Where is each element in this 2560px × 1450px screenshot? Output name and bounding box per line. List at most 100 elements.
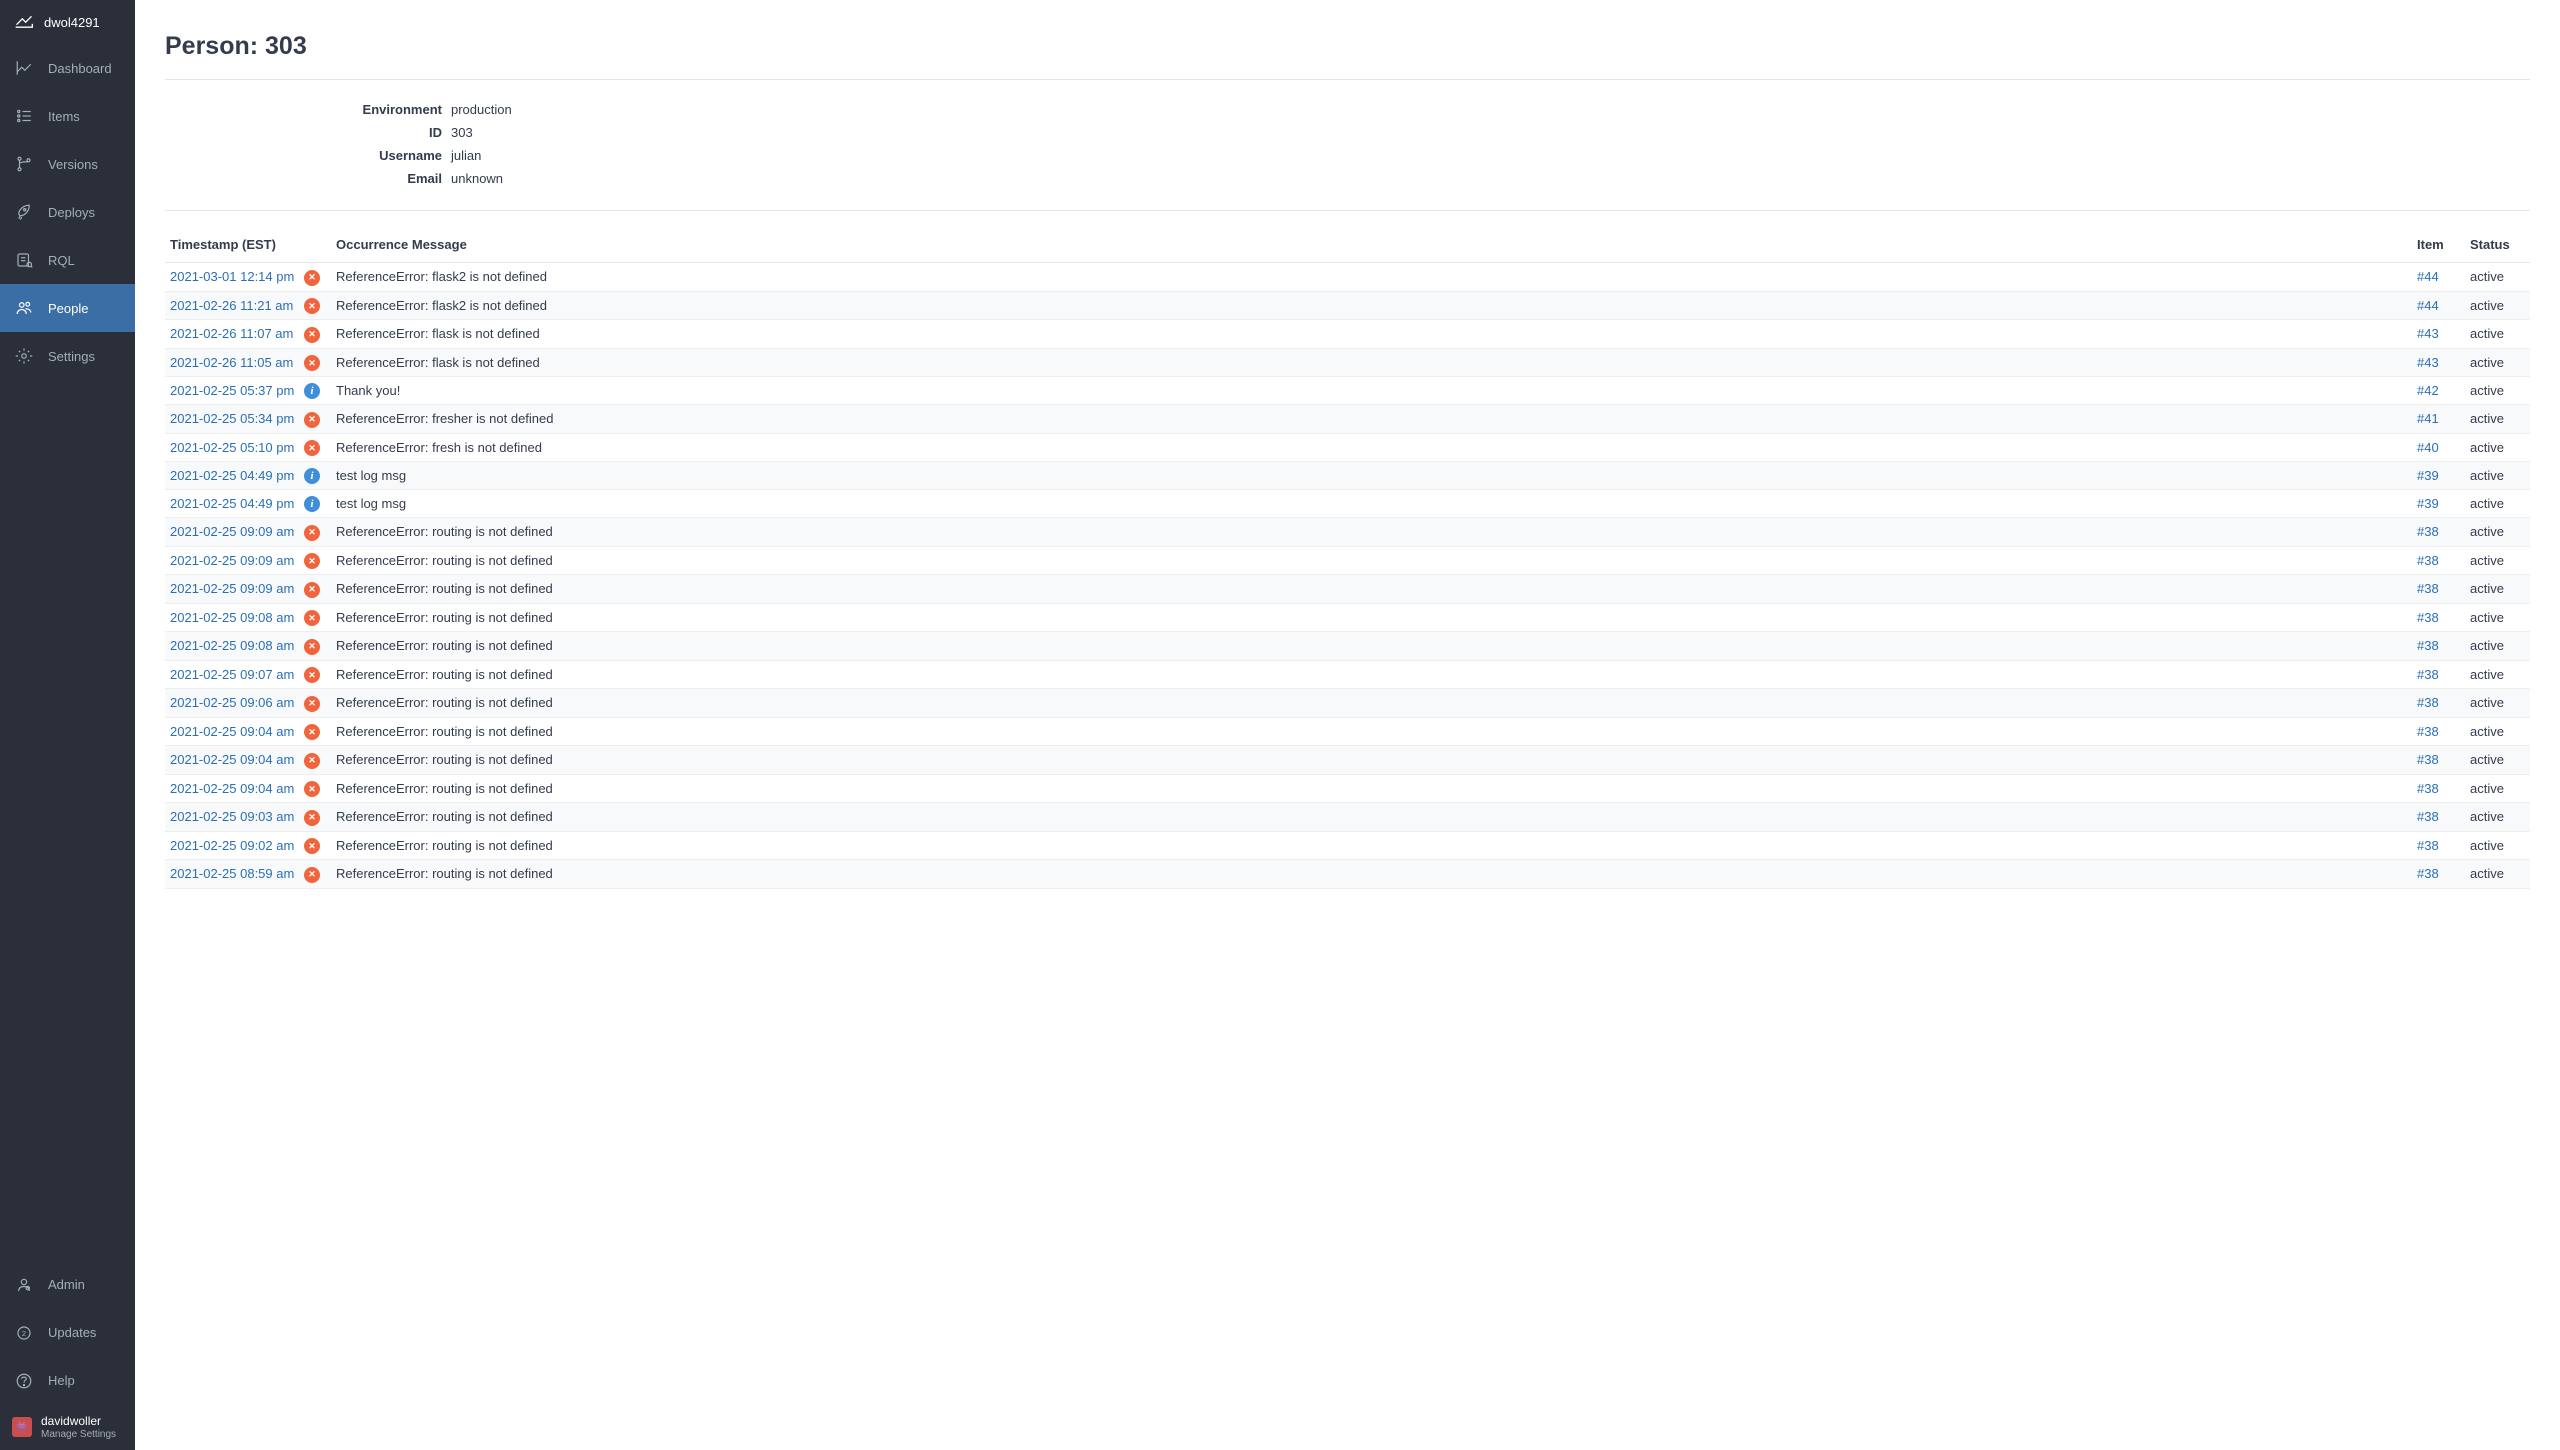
table-row: 2021-02-25 09:09 am ReferenceError: routi… [165,518,2530,547]
sidebar-item-dashboard[interactable]: Dashboard [0,44,135,92]
detail-label: Environment [165,102,451,117]
item-link[interactable]: #38 [2417,809,2439,824]
table-row: 2021-02-25 09:07 amReferenceError: routi… [165,660,2530,689]
timestamp-link[interactable]: 2021-02-25 09:09 am [170,553,294,568]
sidebar-item-people[interactable]: People [0,284,135,332]
status-cell: active [2465,433,2530,462]
table-row: 2021-02-26 11:05 am ReferenceError: flask… [165,348,2530,377]
item-link[interactable]: #43 [2417,355,2439,370]
occurrence-message: ReferenceError: flask is not defined [336,355,540,370]
item-link[interactable]: #38 [2417,638,2439,653]
item-link[interactable]: #38 [2417,695,2439,710]
detail-label: Email [165,171,451,186]
timestamp-link[interactable]: 2021-02-25 09:04 am [170,781,294,796]
sidebar-item-help[interactable]: Help [0,1357,135,1405]
item-link[interactable]: #38 [2417,724,2439,739]
timestamp-link[interactable]: 2021-02-25 09:04 am [170,724,294,739]
brand[interactable]: dwol4291 [0,0,135,44]
status-cell: active [2465,291,2530,320]
item-link[interactable]: #43 [2417,326,2439,341]
sidebar-item-label: Admin [48,1277,85,1292]
item-link[interactable]: #41 [2417,411,2439,426]
timestamp-link[interactable]: 2021-02-26 11:21 am [170,298,293,313]
item-link[interactable]: #38 [2417,581,2439,596]
table-row: 2021-02-25 09:09 amReferenceError: routi… [165,575,2530,604]
error-icon [304,525,320,541]
timestamp-link[interactable]: 2021-02-26 11:05 am [170,355,293,370]
timestamp-link[interactable]: 2021-02-25 09:04 am [170,752,294,767]
item-link[interactable]: #38 [2417,610,2439,625]
item-link[interactable]: #44 [2417,298,2439,313]
sidebar-item-deploys[interactable]: Deploys [0,188,135,236]
item-link[interactable]: #38 [2417,866,2439,881]
item-link[interactable]: #38 [2417,524,2439,539]
timestamp-link[interactable]: 2021-03-01 12:14 pm [170,269,294,284]
sidebar-item-label: Updates [48,1325,96,1340]
sidebar-item-label: Items [48,109,80,124]
user-name: davidwoller [41,1415,116,1429]
timestamp-link[interactable]: 2021-02-25 09:08 am [170,610,294,625]
status-cell: active [2465,348,2530,377]
detail-row: Usernamejulian [165,144,2530,167]
item-link[interactable]: #38 [2417,752,2439,767]
occurrence-message: ReferenceError: routing is not defined [336,638,553,653]
main-content: Person: 303 EnvironmentproductionID303Us… [135,0,2560,1450]
detail-row: Emailunknown [165,167,2530,190]
detail-row: ID303 [165,121,2530,144]
timestamp-link[interactable]: 2021-02-25 09:07 am [170,667,294,682]
sidebar-item-updates[interactable]: 2Updates [0,1309,135,1357]
divider [165,79,2530,80]
brand-icon [14,13,34,31]
timestamp-link[interactable]: 2021-02-25 04:49 pm [170,496,294,511]
table-row: 2021-02-25 09:08 am ReferenceError: routi… [165,632,2530,661]
status-cell: active [2465,632,2530,661]
table-row: 2021-02-26 11:07 amReferenceError: flask… [165,320,2530,349]
item-link[interactable]: #38 [2417,553,2439,568]
timestamp-link[interactable]: 2021-02-25 09:03 am [170,809,294,824]
item-link[interactable]: #38 [2417,838,2439,853]
timestamp-link[interactable]: 2021-02-25 09:09 am [170,581,294,596]
error-icon [304,412,320,428]
item-link[interactable]: #39 [2417,468,2439,483]
item-link[interactable]: #40 [2417,440,2439,455]
status-cell: active [2465,490,2530,518]
timestamp-link[interactable]: 2021-02-25 09:09 am [170,524,294,539]
detail-value: julian [451,148,481,163]
sidebar-item-items[interactable]: Items [0,92,135,140]
timestamp-link[interactable]: 2021-02-25 04:49 pm [170,468,294,483]
error-icon [304,610,320,626]
item-link[interactable]: #38 [2417,781,2439,796]
table-row: 2021-02-25 09:04 amReferenceError: routi… [165,746,2530,775]
error-icon [304,753,320,769]
rocket-icon [14,203,34,221]
timestamp-link[interactable]: 2021-02-26 11:07 am [170,326,293,341]
error-icon [304,639,320,655]
sidebar-item-admin[interactable]: Admin [0,1261,135,1309]
timestamp-link[interactable]: 2021-02-25 09:06 am [170,695,294,710]
timestamp-link[interactable]: 2021-02-25 05:34 pm [170,411,294,426]
status-cell: active [2465,660,2530,689]
user-footer[interactable]: 👾 davidwoller Manage Settings [0,1405,135,1450]
timestamp-link[interactable]: 2021-02-25 05:10 pm [170,440,294,455]
sidebar-item-rql[interactable]: RQL [0,236,135,284]
timestamp-link[interactable]: 2021-02-25 09:08 am [170,638,294,653]
item-link[interactable]: #39 [2417,496,2439,511]
item-link[interactable]: #44 [2417,269,2439,284]
item-link[interactable]: #42 [2417,383,2439,398]
sidebar-item-settings[interactable]: Settings [0,332,135,380]
occurrence-message: ReferenceError: routing is not defined [336,553,553,568]
sidebar-item-versions[interactable]: Versions [0,140,135,188]
error-icon [304,781,320,797]
timestamp-link[interactable]: 2021-02-25 08:59 am [170,866,294,881]
col-header-timestamp: Timestamp (EST) [165,229,304,263]
occurrence-message: ReferenceError: routing is not defined [336,809,553,824]
timestamp-link[interactable]: 2021-02-25 09:02 am [170,838,294,853]
detail-label: Username [165,148,451,163]
item-link[interactable]: #38 [2417,667,2439,682]
manage-settings-link[interactable]: Manage Settings [41,1429,116,1441]
status-cell: active [2465,263,2530,292]
occurrence-message: ReferenceError: routing is not defined [336,724,553,739]
info-icon [304,383,320,399]
timestamp-link[interactable]: 2021-02-25 05:37 pm [170,383,294,398]
occurrence-message: ReferenceError: routing is not defined [336,524,553,539]
